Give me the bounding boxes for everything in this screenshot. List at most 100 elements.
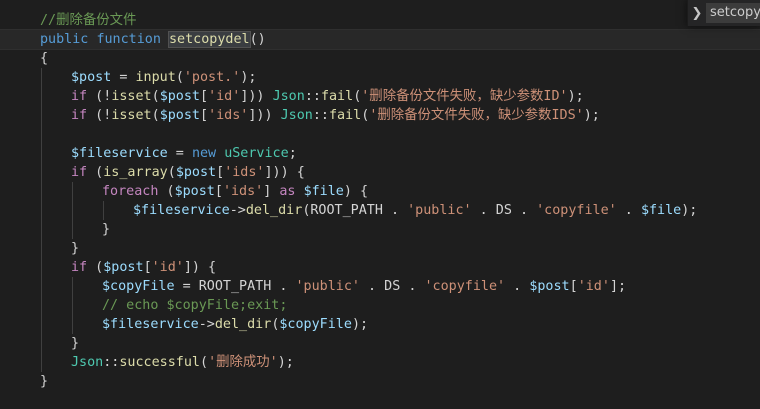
punctuation: ( — [151, 108, 160, 123]
keyword-if: if — [71, 260, 88, 275]
variable: $copyFile — [279, 317, 352, 332]
line-content: $fileservice->del_dir($copyFile); — [102, 315, 368, 334]
indent-guide — [41, 87, 42, 106]
variable: $file — [303, 184, 344, 199]
chevron-right-icon[interactable]: ❯ — [688, 6, 706, 21]
function-call: fail — [329, 108, 362, 123]
string: 'public' — [295, 279, 361, 294]
code-lines[interactable]: //删除备份文件 public function setcopydel() { … — [0, 11, 760, 391]
line-content: if (!isset($post['ids'])) Json::fail('删除… — [71, 106, 600, 125]
operator: . — [616, 203, 641, 218]
variable: $fileservice — [71, 146, 168, 161]
variable: $post — [71, 70, 112, 85]
code-line[interactable]: $fileservice->del_dir(ROOT_PATH . 'publi… — [0, 201, 760, 220]
operator: = — [167, 146, 192, 161]
line-content: if ($post['id']) { — [71, 258, 216, 277]
indent-guide — [41, 220, 42, 239]
code-line[interactable]: $fileservice->del_dir($copyFile); — [0, 315, 760, 334]
indent-guide — [41, 163, 42, 182]
indent-guide — [72, 201, 73, 220]
brace-close: } — [40, 374, 49, 389]
code-line[interactable]: //删除备份文件 — [0, 11, 760, 30]
find-widget[interactable]: ❯ setcopydel — [687, 0, 760, 26]
line-content: { — [40, 49, 48, 68]
function-call: successful — [119, 355, 200, 370]
code-line-current[interactable]: public function setcopydel() — [0, 29, 760, 50]
indent-guide — [41, 144, 42, 163]
keyword-function: function — [96, 32, 161, 47]
function-call: del_dir — [214, 317, 272, 332]
function-call: is_array — [103, 165, 168, 180]
punctuation: (ROOT_PATH . — [302, 203, 408, 218]
string: 'ids' — [208, 108, 249, 123]
punctuation: [ — [200, 108, 209, 123]
code-line[interactable]: $fileservice = new uService; — [0, 144, 760, 163]
code-line-empty[interactable] — [0, 125, 760, 144]
operator: = ROOT_PATH . — [174, 279, 296, 294]
code-line[interactable]: $post = input('post.'); — [0, 68, 760, 87]
indent-guide — [41, 182, 42, 201]
punctuation: ); — [567, 89, 584, 104]
keyword-as: as — [279, 184, 296, 199]
class-name: Json — [272, 89, 305, 104]
brace-open: { — [40, 51, 49, 66]
punctuation: ; — [288, 146, 297, 161]
punctuation: ( — [158, 184, 175, 199]
line-content: } — [71, 239, 79, 258]
code-line[interactable]: Json::successful('删除成功'); — [0, 353, 760, 372]
punctuation: [ — [200, 89, 209, 104]
keyword-new: new — [191, 146, 217, 161]
code-line[interactable]: { — [0, 49, 760, 68]
line-content: } — [102, 220, 110, 239]
function-call: del_dir — [245, 203, 303, 218]
code-line[interactable]: } — [0, 334, 760, 353]
punctuation: [ — [216, 165, 225, 180]
indent-guide — [72, 277, 73, 296]
punctuation: [ — [214, 184, 223, 199]
punctuation: ); — [583, 108, 600, 123]
string: 'post.' — [183, 70, 241, 85]
code-line[interactable]: if (!isset($post['ids'])) Json::fail('删除… — [0, 106, 760, 125]
punctuation: (! — [87, 108, 112, 123]
punctuation: ])) — [248, 108, 281, 123]
indent-guide — [41, 68, 42, 87]
line-content: $fileservice = new uService; — [71, 144, 297, 163]
function-name-search-match: setcopydel — [168, 31, 251, 48]
operator: :: — [103, 355, 120, 370]
string: 'copyfile' — [424, 279, 506, 294]
class-name: Json — [71, 355, 104, 370]
string: 'ids' — [222, 184, 264, 199]
operator: . DS . — [360, 279, 425, 294]
code-line[interactable]: } — [0, 220, 760, 239]
indent-guide — [41, 239, 42, 258]
line-content: public function setcopydel() — [40, 30, 266, 49]
code-line[interactable]: $copyFile = ROOT_PATH . 'public' . DS . … — [0, 277, 760, 296]
variable: $fileservice — [102, 317, 199, 332]
code-editor[interactable]: //删除备份文件 public function setcopydel() { … — [0, 0, 760, 409]
code-line[interactable]: } — [0, 239, 760, 258]
line-content: if (is_array($post['ids'])) { — [71, 163, 305, 182]
code-line[interactable]: if (!isset($post['id'])) Json::fail('删除备… — [0, 87, 760, 106]
variable: $post — [159, 89, 200, 104]
brace-close: } — [71, 336, 80, 351]
punctuation: ( — [87, 165, 104, 180]
indent-guide — [72, 220, 73, 239]
operator: . DS . — [471, 203, 537, 218]
code-line[interactable]: } — [0, 372, 760, 391]
keyword-if: if — [71, 165, 88, 180]
line-content: foreach ($post['ids'] as $file) { — [102, 182, 368, 201]
string: 'ids' — [224, 165, 265, 180]
keyword-if: if — [71, 108, 88, 123]
punctuation: ( — [151, 89, 160, 104]
indent-guide — [41, 106, 42, 125]
code-line[interactable]: foreach ($post['ids'] as $file) { — [0, 182, 760, 201]
punctuation: [ — [569, 279, 578, 294]
code-line[interactable]: if ($post['id']) { — [0, 258, 760, 277]
code-line[interactable]: // echo $copyFile;exit; — [0, 296, 760, 315]
punctuation: ); — [351, 317, 369, 332]
find-input[interactable]: setcopydel — [706, 3, 760, 23]
variable: $post — [174, 184, 215, 199]
operator: = — [111, 70, 136, 85]
punctuation: ])) { — [264, 165, 305, 180]
code-line[interactable]: if (is_array($post['ids'])) { — [0, 163, 760, 182]
